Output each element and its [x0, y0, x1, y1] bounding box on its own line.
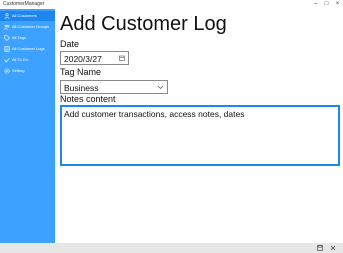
date-picker[interactable]: 2020/3/27	[60, 51, 129, 65]
gear-icon	[4, 68, 10, 74]
minimize-button[interactable]: –	[310, 0, 321, 9]
tag-name-label: Tag Name	[60, 67, 102, 77]
notes-content-label: Notes content	[60, 94, 116, 104]
bottom-app-bar	[0, 243, 343, 253]
sidebar: All Customers All Customer Groups All Ta…	[0, 9, 55, 243]
close-icon[interactable]	[330, 245, 336, 251]
group-icon	[4, 24, 10, 30]
window-title: CustomerManager	[3, 1, 45, 7]
title-bar: CustomerManager – □ ×	[0, 0, 343, 9]
sidebar-item-label: All Tags	[12, 35, 26, 40]
date-label: Date	[60, 39, 80, 49]
chevron-down-icon	[157, 85, 164, 89]
tag-name-select[interactable]: Business	[60, 80, 168, 94]
page-title: Add Customer Log	[60, 13, 227, 35]
sidebar-item-label: All Customer Groups	[12, 24, 50, 29]
maximize-button[interactable]: □	[321, 0, 332, 9]
people-icon	[4, 13, 10, 19]
tag-name-value: Business	[64, 83, 99, 93]
sidebar-item-label: All Customers	[12, 13, 37, 18]
sidebar-item-all-customers[interactable]: All Customers	[0, 11, 55, 21]
date-value: 2020/3/27	[64, 54, 102, 64]
calendar-icon[interactable]	[119, 55, 125, 61]
sidebar-item-all-to-do[interactable]: All To Do	[0, 55, 55, 65]
save-icon[interactable]	[317, 245, 323, 251]
main-content: Add Customer Log Date 2020/3/27 Tag Name…	[55, 9, 343, 243]
sidebar-item-all-customer-logs[interactable]: All Customer Logs	[0, 44, 55, 54]
tag-icon	[4, 35, 10, 41]
sidebar-item-label: All Customer Logs	[12, 46, 45, 51]
sidebar-item-label: All To Do	[12, 57, 28, 62]
notes-value: Add customer transactions, access notes,…	[64, 109, 245, 119]
todo-icon	[4, 57, 10, 63]
close-window-button[interactable]: ×	[332, 0, 343, 9]
notes-textarea[interactable]: Add customer transactions, access notes,…	[60, 105, 340, 166]
log-icon	[4, 46, 10, 52]
sidebar-item-all-customer-groups[interactable]: All Customer Groups	[0, 22, 55, 32]
sidebar-item-setting[interactable]: Setting	[0, 66, 55, 76]
sidebar-item-all-tags[interactable]: All Tags	[0, 33, 55, 43]
sidebar-item-label: Setting	[12, 68, 25, 73]
